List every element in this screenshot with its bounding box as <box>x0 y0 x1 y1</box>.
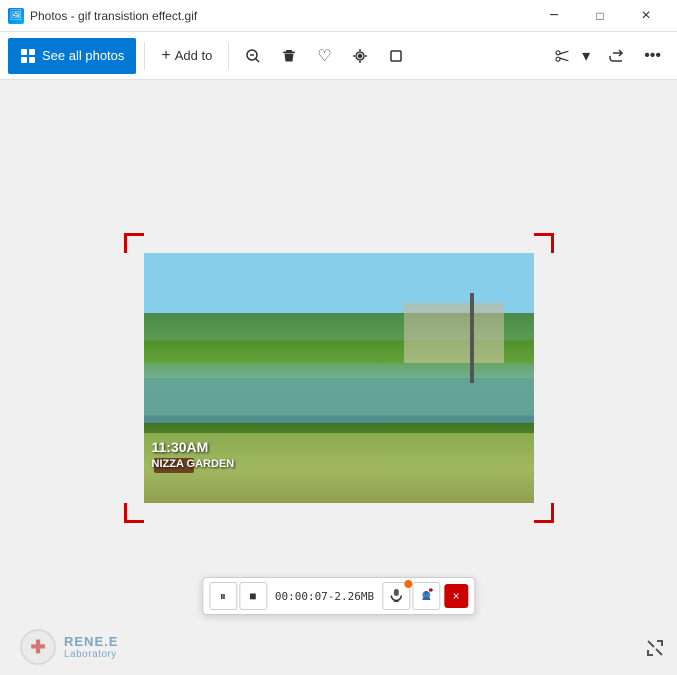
delete-icon <box>281 48 297 64</box>
title-bar: 🖼 Photos - gif transistion effect.gif − … <box>0 0 677 32</box>
photos-nav-icon <box>20 48 36 64</box>
recording-timer: 00:00:07-2.26MB <box>269 590 380 603</box>
photo-image: 11:30AM NIZZA GARDEN <box>144 253 534 503</box>
enhance-icon <box>352 48 368 64</box>
cross-icon: ✚ <box>30 637 45 658</box>
main-content: 11:30AM NIZZA GARDEN ⏸ ■ 00:00:07-2.26MB <box>0 80 677 675</box>
maximize-button[interactable]: □ <box>577 0 623 32</box>
edit-dropdown-button[interactable]: ▾ <box>576 38 596 74</box>
mic-icon <box>389 588 403 605</box>
expand-button[interactable] <box>645 638 665 663</box>
share-button[interactable] <box>600 38 632 74</box>
edit-button-group: ▾ <box>548 38 596 74</box>
add-to-label: Add to <box>175 48 213 63</box>
cam-button[interactable] <box>412 582 440 610</box>
heart-icon: ♡ <box>317 46 331 66</box>
minimize-icon: − <box>549 8 558 24</box>
title-bar-left: 🖼 Photos - gif transistion effect.gif <box>8 8 197 24</box>
image-container: 11:30AM NIZZA GARDEN <box>144 253 534 503</box>
plus-icon: + <box>161 47 170 65</box>
close-icon: × <box>453 589 460 603</box>
pause-button[interactable]: ⏸ <box>209 582 237 610</box>
watermark-brand-name: RENE.E <box>64 634 118 649</box>
watermark: ✚ RENE.E Laboratory <box>20 629 118 665</box>
window-controls: − □ × <box>531 0 669 32</box>
toolbar-separator-2 <box>228 42 229 70</box>
cam-icon <box>419 588 433 605</box>
more-button[interactable]: ••• <box>636 38 669 74</box>
watermark-logo: ✚ <box>20 629 56 665</box>
more-icon: ••• <box>644 47 661 65</box>
photo-location: NIZZA GARDEN <box>152 457 235 472</box>
recording-controls: ⏸ ■ 00:00:07-2.26MB <box>202 577 475 615</box>
photo-buildings <box>404 303 504 363</box>
delete-button[interactable] <box>273 38 305 74</box>
crop-corner-bottomright[interactable] <box>534 503 554 523</box>
scissors-icon <box>554 48 570 64</box>
watermark-subtitle: Laboratory <box>64 649 118 660</box>
close-icon: × <box>641 8 650 24</box>
crop-corner-topright[interactable] <box>534 233 554 253</box>
photo-overlay-text: 11:30AM NIZZA GARDEN <box>152 438 235 473</box>
crop-icon <box>388 48 404 64</box>
window-title: Photos - gif transistion effect.gif <box>30 9 197 23</box>
mic-badge <box>404 580 412 588</box>
zoom-out-button[interactable] <box>237 38 269 74</box>
share-icon <box>608 48 624 64</box>
favorite-button[interactable]: ♡ <box>309 38 339 74</box>
toolbar-separator-1 <box>144 42 145 70</box>
see-all-photos-button[interactable]: See all photos <box>8 38 136 74</box>
minimize-button[interactable]: − <box>531 0 577 32</box>
edit-button[interactable] <box>548 38 576 74</box>
zoom-out-icon <box>245 48 261 64</box>
enhance-button[interactable] <box>344 38 376 74</box>
maximize-icon: □ <box>596 10 603 22</box>
pause-icon: ⏸ <box>220 589 226 604</box>
stop-button[interactable]: ■ <box>239 582 267 610</box>
app-icon: 🖼 <box>8 8 24 24</box>
photos-icon: 🖼 <box>10 10 23 21</box>
stop-icon: ■ <box>249 589 256 603</box>
photo-time: 11:30AM <box>152 438 235 458</box>
watermark-text: RENE.E Laboratory <box>64 634 118 660</box>
toolbar: See all photos + Add to ♡ <box>0 32 677 80</box>
crop-corner-topleft[interactable] <box>124 233 144 253</box>
chevron-down-icon: ▾ <box>582 46 590 66</box>
close-button[interactable]: × <box>623 0 669 32</box>
crop-button[interactable] <box>380 38 412 74</box>
mic-button[interactable] <box>382 582 410 610</box>
see-all-label: See all photos <box>42 48 124 63</box>
photo-lamp <box>470 293 474 383</box>
recording-close-button[interactable]: × <box>444 584 468 608</box>
add-to-button[interactable]: + Add to <box>153 38 220 74</box>
crop-corner-bottomleft[interactable] <box>124 503 144 523</box>
